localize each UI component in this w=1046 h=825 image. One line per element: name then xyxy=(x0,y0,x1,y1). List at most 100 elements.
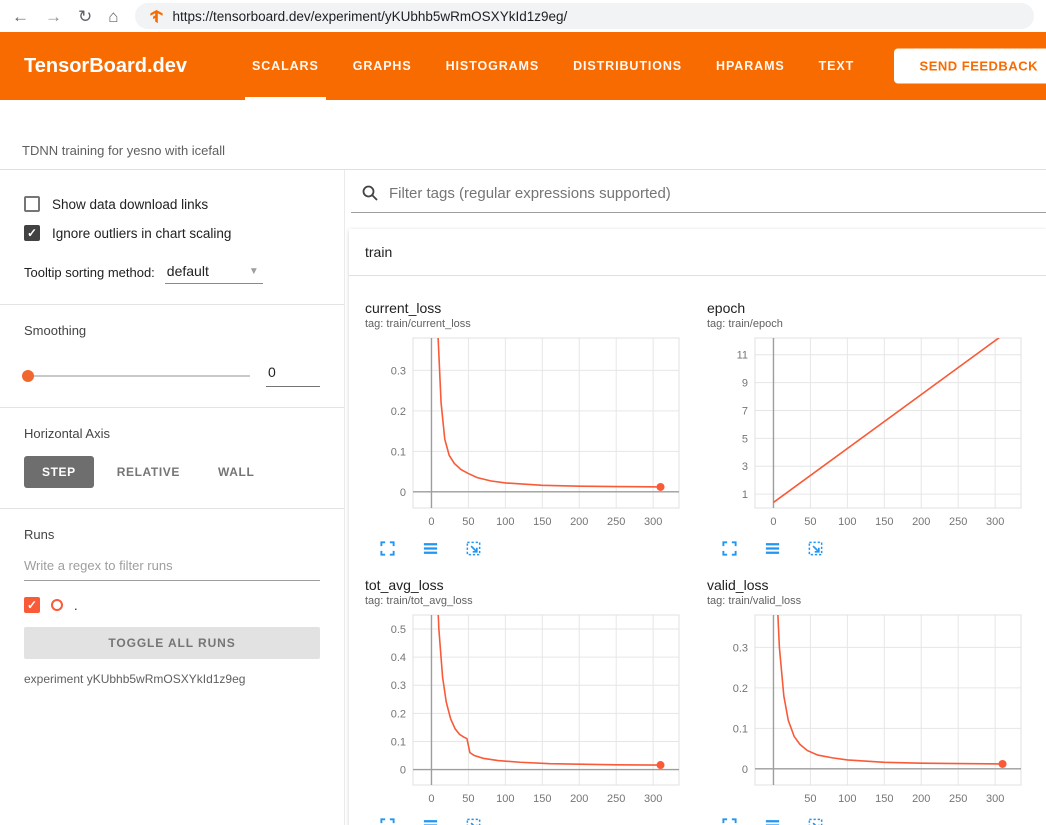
chart-title: tot_avg_loss xyxy=(365,577,707,593)
forward-icon[interactable]: → xyxy=(45,8,62,25)
tensorboard-favicon xyxy=(149,9,164,24)
tab-histograms[interactable]: HISTOGRAMS xyxy=(429,32,557,100)
fit-domain-icon[interactable] xyxy=(465,540,482,557)
chart-toolbar xyxy=(721,540,1046,557)
runs-filter-input[interactable] xyxy=(24,552,320,581)
chart-card: epoch tag: train/epoch 13579110501001502… xyxy=(707,300,1046,557)
tab-text[interactable]: TEXT xyxy=(802,32,872,100)
axis-wall-button[interactable]: WALL xyxy=(203,456,269,488)
chart-toolbar xyxy=(379,817,707,825)
experiment-bar: TDNN training for yesno with icefall xyxy=(0,100,1046,170)
expand-chart-icon[interactable] xyxy=(721,540,738,557)
axis-relative-button[interactable]: RELATIVE xyxy=(102,456,195,488)
send-feedback-button[interactable]: SEND FEEDBACK xyxy=(894,49,1046,84)
expand-chart-icon[interactable] xyxy=(379,817,396,825)
chart-tag: tag: train/epoch xyxy=(707,318,1046,330)
smoothing-slider-knob[interactable] xyxy=(22,370,34,382)
svg-text:0.2: 0.2 xyxy=(391,708,406,720)
tab-graphs[interactable]: GRAPHS xyxy=(336,32,429,100)
axis-step-button[interactable]: STEP xyxy=(24,456,94,488)
svg-text:0.3: 0.3 xyxy=(733,642,748,654)
checkbox-checked-icon[interactable] xyxy=(24,225,40,241)
svg-text:0.1: 0.1 xyxy=(733,723,748,735)
tab-hparams[interactable]: HPARAMS xyxy=(699,32,802,100)
fit-domain-icon[interactable] xyxy=(465,817,482,825)
show-download-links-row[interactable]: Show data download links xyxy=(24,196,320,212)
fit-domain-icon[interactable] xyxy=(807,817,824,825)
chart-title: current_loss xyxy=(365,300,707,316)
svg-text:50: 50 xyxy=(462,793,474,805)
svg-text:0: 0 xyxy=(428,793,434,805)
tooltip-sorting-dropdown[interactable]: default ▼ xyxy=(165,263,263,284)
chart-plot[interactable]: 00.10.20.350100150200250300 xyxy=(707,611,1027,811)
address-bar[interactable]: https://tensorboard.dev/experiment/yKUbh… xyxy=(135,3,1034,29)
tab-scalars[interactable]: SCALARS xyxy=(235,32,336,100)
show-download-links-label: Show data download links xyxy=(52,197,208,212)
svg-text:250: 250 xyxy=(607,793,625,805)
chart-plot[interactable]: 00.10.20.30.40.5050100150200250300 xyxy=(365,611,685,811)
brand-logo[interactable]: TensorBoard.dev xyxy=(24,55,187,78)
svg-text:3: 3 xyxy=(742,461,748,473)
reload-icon[interactable]: ↻ xyxy=(78,8,92,25)
toggle-all-runs-button[interactable]: TOGGLE ALL RUNS xyxy=(24,627,320,659)
chart-tag: tag: train/valid_loss xyxy=(707,595,1046,607)
svg-text:250: 250 xyxy=(949,793,967,805)
run-color-swatch-icon[interactable] xyxy=(51,599,63,611)
svg-text:0.3: 0.3 xyxy=(391,365,406,377)
chart-card: current_loss tag: train/current_loss 0 0.… xyxy=(365,300,707,557)
filter-tags-row xyxy=(351,184,1046,213)
chart-plot[interactable]: 1357911050100150200250300 xyxy=(707,334,1027,534)
svg-text:0: 0 xyxy=(400,765,406,777)
data-lines-icon[interactable] xyxy=(764,817,781,825)
chart-plot[interactable]: 00.10.20.3050100150200250300 xyxy=(365,334,685,534)
svg-text:0.2: 0.2 xyxy=(733,683,748,695)
home-icon[interactable]: ⌂ xyxy=(108,8,118,25)
svg-text:0: 0 xyxy=(742,764,748,776)
svg-text:100: 100 xyxy=(496,793,514,805)
data-lines-icon[interactable] xyxy=(764,540,781,557)
svg-text:100: 100 xyxy=(496,516,514,528)
data-lines-icon[interactable] xyxy=(422,817,439,825)
svg-text:0.3: 0.3 xyxy=(391,680,406,692)
chart-tag: tag: train/current_loss xyxy=(365,318,707,330)
filter-tags-input[interactable] xyxy=(389,185,1046,202)
browser-toolbar: ← → ↻ ⌂ https://tensorboard.dev/experime… xyxy=(0,0,1046,32)
svg-text:300: 300 xyxy=(986,516,1004,528)
svg-text:0.1: 0.1 xyxy=(391,736,406,748)
experiment-title: TDNN training for yesno with icefall xyxy=(22,143,1046,158)
svg-text:0: 0 xyxy=(428,516,434,528)
runs-label: Runs xyxy=(24,527,320,542)
train-section-header[interactable]: train xyxy=(349,229,1046,276)
checkbox-unchecked-icon[interactable] xyxy=(24,196,40,212)
ignore-outliers-label: Ignore outliers in chart scaling xyxy=(52,226,231,241)
smoothing-value-field[interactable]: 0 xyxy=(266,364,320,387)
svg-text:5: 5 xyxy=(742,433,748,445)
back-icon[interactable]: ← xyxy=(12,8,29,25)
svg-text:0.4: 0.4 xyxy=(391,652,406,664)
run-name: . xyxy=(74,598,78,613)
app-header: TensorBoard.dev SCALARS GRAPHS HISTOGRAM… xyxy=(0,32,1046,100)
chart-card: tot_avg_loss tag: train/tot_avg_loss 0 0.… xyxy=(365,577,707,825)
svg-text:150: 150 xyxy=(875,793,893,805)
expand-chart-icon[interactable] xyxy=(721,817,738,825)
tab-distributions[interactable]: DISTRIBUTIONS xyxy=(556,32,699,100)
expand-chart-icon[interactable] xyxy=(379,540,396,557)
smoothing-slider[interactable] xyxy=(24,375,250,377)
settings-sidebar: Show data download links Ignore outliers… xyxy=(0,170,345,825)
run-checkbox-icon[interactable] xyxy=(24,597,40,613)
chart-tag: tag: train/tot_avg_loss xyxy=(365,595,707,607)
svg-text:100: 100 xyxy=(838,793,856,805)
svg-text:9: 9 xyxy=(742,378,748,390)
svg-text:100: 100 xyxy=(838,516,856,528)
top-nav-tabs: SCALARS GRAPHS HISTOGRAMS DISTRIBUTIONS … xyxy=(235,32,871,100)
ignore-outliers-row[interactable]: Ignore outliers in chart scaling xyxy=(24,225,320,241)
data-lines-icon[interactable] xyxy=(422,540,439,557)
svg-text:300: 300 xyxy=(986,793,1004,805)
svg-text:0.1: 0.1 xyxy=(391,446,406,458)
svg-text:300: 300 xyxy=(644,793,662,805)
svg-text:200: 200 xyxy=(912,793,930,805)
fit-domain-icon[interactable] xyxy=(807,540,824,557)
search-icon xyxy=(361,184,379,202)
run-row[interactable]: . xyxy=(24,597,320,613)
url-text: https://tensorboard.dev/experiment/yKUbh… xyxy=(173,9,568,24)
